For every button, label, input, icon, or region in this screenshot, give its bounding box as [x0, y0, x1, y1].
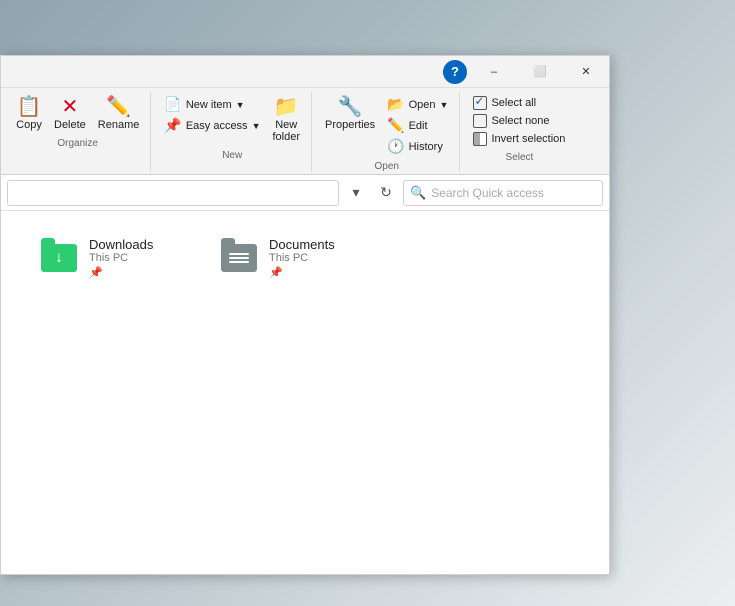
history-icon: 🕐: [387, 138, 404, 155]
title-bar: ? – ⬜ ✕: [1, 56, 609, 88]
new-item-button[interactable]: 📄 New item ▼: [159, 94, 265, 115]
properties-button[interactable]: 🔧 Properties: [320, 94, 380, 134]
easy-access-dropdown-icon: ▼: [252, 121, 261, 131]
minimize-button[interactable]: –: [471, 56, 517, 88]
select-all-button[interactable]: Select all: [468, 94, 570, 112]
new-group: 📄 New item ▼ 📌 Easy access ▼ 📁 New folde…: [153, 92, 312, 172]
pin-icon: 📌: [89, 266, 153, 279]
content-area: ↓ Downloads This PC 📌: [1, 211, 609, 574]
easy-access-button[interactable]: 📌 Easy access ▼: [159, 115, 265, 136]
search-placeholder: Search Quick access: [431, 186, 544, 200]
refresh-button[interactable]: ↻: [373, 180, 399, 206]
address-dropdown-button[interactable]: ▾: [343, 180, 369, 206]
close-button[interactable]: ✕: [563, 56, 609, 88]
search-box[interactable]: 🔍 Search Quick access: [403, 180, 603, 206]
documents-folder-icon: [219, 238, 259, 278]
delete-button[interactable]: ✕ Delete: [49, 94, 91, 134]
new-folder-icon: 📁: [274, 97, 299, 117]
open-group: 🔧 Properties 📂 Open ▼ ✏️ Edit: [314, 92, 460, 172]
history-button[interactable]: 🕐 History: [382, 136, 453, 157]
ribbon: 📋 Copy ✕ Delete ✏️ Rename Organize: [1, 88, 609, 175]
maximize-button[interactable]: ⬜: [517, 56, 563, 88]
list-item[interactable]: ↓ Downloads This PC 📌: [31, 231, 171, 285]
folder-path: This PC: [89, 252, 153, 264]
open-button[interactable]: 📂 Open ▼: [382, 94, 453, 115]
folder-name: Downloads: [89, 237, 153, 252]
rename-button[interactable]: ✏️ Rename: [93, 94, 145, 134]
address-input[interactable]: [7, 180, 339, 206]
new-folder-button[interactable]: 📁 New folder: [267, 94, 305, 146]
open-group-label: Open: [374, 161, 398, 172]
search-icon: 🔍: [410, 185, 426, 201]
title-bar-controls: ? – ⬜ ✕: [443, 56, 609, 87]
organize-group-label: Organize: [57, 138, 98, 149]
select-none-icon: [473, 114, 487, 128]
select-all-icon: [473, 96, 487, 110]
open-dropdown-icon: ▼: [440, 100, 449, 110]
quick-access-area: ↓ Downloads This PC 📌: [1, 211, 609, 305]
folder-name: Documents: [269, 237, 335, 252]
downloads-folder-icon: ↓: [39, 238, 79, 278]
copy-button[interactable]: 📋 Copy: [11, 94, 47, 134]
select-group: Select all Select none Invert selection …: [462, 92, 576, 172]
rename-icon: ✏️: [106, 97, 131, 117]
ribbon-row: 📋 Copy ✕ Delete ✏️ Rename Organize: [1, 88, 609, 174]
select-group-label: Select: [506, 152, 534, 163]
edit-button[interactable]: ✏️ Edit: [382, 115, 453, 136]
delete-icon: ✕: [62, 97, 79, 117]
easy-access-icon: 📌: [164, 117, 181, 134]
address-bar: ▾ ↻ 🔍 Search Quick access: [1, 175, 609, 211]
folder-path: This PC: [269, 252, 335, 264]
new-group-label: New: [222, 150, 242, 161]
help-button[interactable]: ?: [443, 60, 467, 84]
open-icon: 📂: [387, 96, 404, 113]
invert-selection-icon: [473, 132, 487, 146]
list-item[interactable]: Documents This PC 📌: [211, 231, 351, 285]
pin-icon: 📌: [269, 266, 335, 279]
copy-icon: 📋: [17, 97, 42, 117]
edit-icon: ✏️: [387, 117, 404, 134]
new-item-dropdown-icon: ▼: [236, 100, 245, 110]
invert-selection-button[interactable]: Invert selection: [468, 130, 570, 148]
new-item-icon: 📄: [164, 96, 181, 113]
organize-group: 📋 Copy ✕ Delete ✏️ Rename Organize: [5, 92, 151, 172]
download-arrow-icon: ↓: [55, 249, 63, 267]
file-explorer-window: ? – ⬜ ✕ 📋 Copy ✕ Delete: [0, 55, 610, 575]
properties-icon: 🔧: [338, 97, 363, 117]
doc-lines: [229, 253, 249, 263]
select-none-button[interactable]: Select none: [468, 112, 570, 130]
